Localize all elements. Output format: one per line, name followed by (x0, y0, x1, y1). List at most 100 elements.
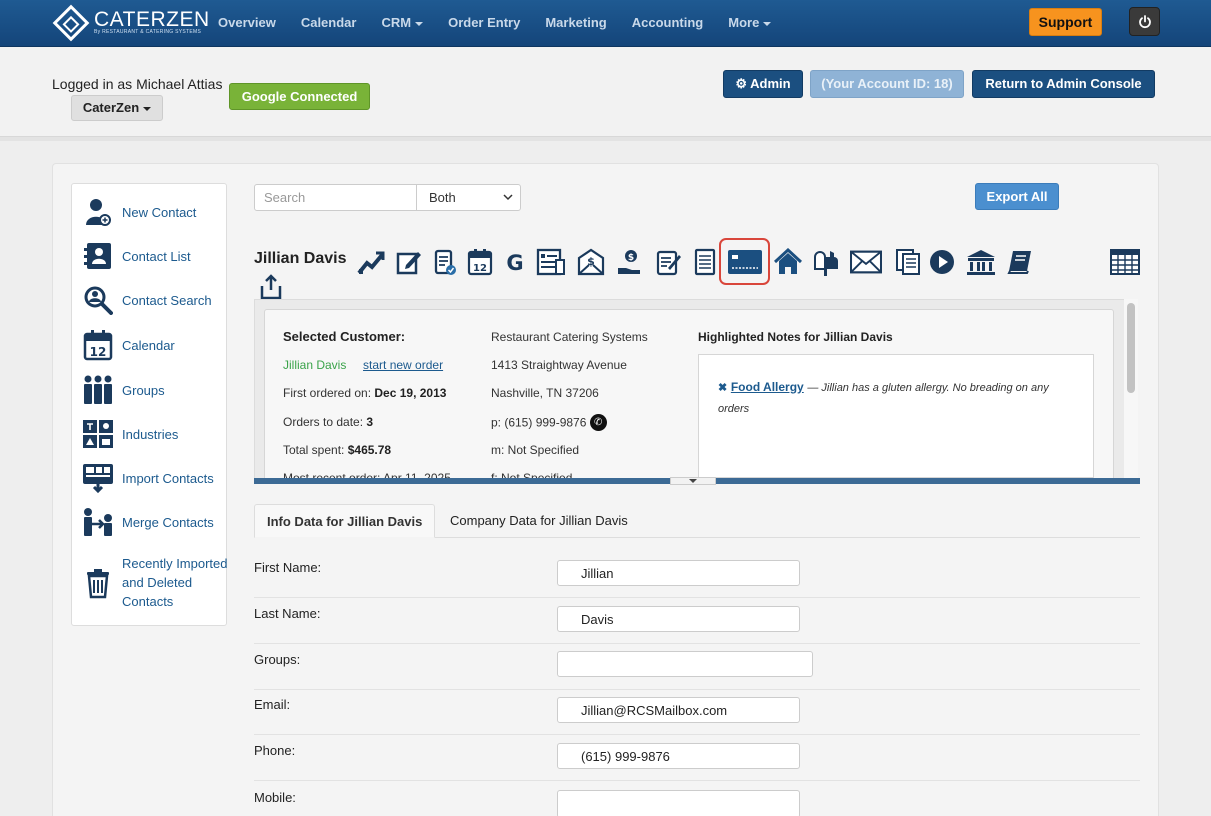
invoice-list-icon[interactable] (535, 246, 567, 278)
tab-company-data[interactable]: Company Data for Jillian Davis (438, 504, 640, 538)
play-icon[interactable] (926, 246, 958, 278)
caterzen-logo-mark (52, 4, 90, 42)
svg-text:$: $ (628, 253, 634, 263)
support-button[interactable]: Support (1029, 8, 1102, 36)
caterzen-logo[interactable]: CATERZEN By RESTAURANT & CATERING SYSTEM… (52, 4, 210, 42)
highlighted-notes-box: ✖ Food Allergy — Jillian has a gluten al… (698, 354, 1094, 478)
sign-document-icon[interactable] (653, 246, 685, 278)
panel-resize-handle[interactable] (670, 477, 716, 485)
chevron-down-icon (415, 21, 424, 26)
search-scope-select[interactable]: Both (416, 184, 521, 211)
customer-address-line2: Nashville, TN 37206 (491, 386, 599, 400)
sidebar-item-label: Contact Search (122, 292, 212, 308)
first-ordered-label: First ordered on: (283, 386, 372, 400)
email-field[interactable] (557, 697, 800, 723)
start-new-order-link[interactable]: start new order (363, 358, 443, 372)
mailbox-icon[interactable] (810, 246, 842, 278)
sidebar-item-new-contact[interactable]: New Contact (82, 196, 196, 228)
nav-calendar[interactable]: Calendar (301, 15, 357, 30)
customer-company: Restaurant Catering Systems (491, 330, 648, 344)
sidebar-item-label: Contact List (122, 248, 191, 264)
sidebar-item-industries[interactable]: Industries (82, 418, 178, 450)
sidebar-item-label: New Contact (122, 204, 197, 220)
search-input[interactable] (254, 184, 417, 211)
scroll-thumb[interactable] (1127, 303, 1135, 393)
form-row-phone: Phone: (254, 735, 1140, 781)
recent-order-row: Most recent order: Apr 11, 2025 (283, 471, 451, 478)
industries-icon (82, 418, 114, 450)
sidebar-item-groups[interactable]: Groups (82, 374, 165, 406)
envelope-icon[interactable] (850, 246, 882, 278)
google-icon[interactable]: G (499, 246, 531, 278)
mobile-field[interactable] (557, 790, 800, 816)
money-letter-icon[interactable]: $ (575, 246, 607, 278)
logged-in-text: Logged in as Michael Attias (52, 76, 223, 92)
sidebar-item-calendar[interactable]: 12 Calendar (82, 329, 175, 361)
sidebar-item-label: Industries (122, 426, 179, 442)
search-scope-value: Both (429, 190, 456, 205)
first-name-field[interactable] (557, 560, 800, 586)
nav-overview[interactable]: Overview (218, 15, 276, 30)
first-name-label: First Name: (254, 560, 322, 575)
nav-crm[interactable]: CRM (381, 15, 424, 30)
phone-label: Phone: (254, 743, 296, 758)
tab-info-data[interactable]: Info Data for Jillian Davis (254, 504, 436, 538)
sidebar-item-merge-contacts[interactable]: Merge Contacts (82, 506, 214, 538)
sidebar-item-label: Calendar (122, 337, 175, 353)
total-spent-label: Total spent: (283, 443, 345, 457)
crm-sidebar: New Contact Contact List Contact Search … (71, 183, 230, 626)
customer-mobile: m: Not Specified (491, 443, 580, 457)
spreadsheet-icon[interactable] (1109, 246, 1141, 278)
book-icon[interactable] (1004, 246, 1036, 278)
panel-scrollbar[interactable] (1124, 299, 1138, 481)
svg-text:G: G (506, 251, 523, 274)
phone-icon[interactable]: ✆ (589, 414, 607, 431)
checklist-icon[interactable] (429, 246, 461, 278)
chevron-down-icon (503, 194, 513, 201)
google-connected-button[interactable]: Google Connected (229, 83, 370, 110)
company-switcher[interactable]: CaterZen (71, 95, 163, 121)
groups-field[interactable] (557, 651, 813, 677)
customer-name-link[interactable]: Jillian Davis (283, 358, 346, 372)
sidebar-item-recently-deleted[interactable]: Recently Imported and Deleted Contacts (82, 554, 230, 611)
form-row-last-name: Last Name: (254, 598, 1140, 644)
edit-note-icon[interactable] (393, 246, 425, 278)
nav-accounting[interactable]: Accounting (632, 15, 704, 30)
bank-icon[interactable] (965, 246, 997, 278)
total-spent-value: $465.78 (347, 443, 392, 457)
sidebar-item-contact-list[interactable]: Contact List (82, 240, 191, 272)
last-name-label: Last Name: (254, 606, 321, 621)
nav-more-label: More (728, 15, 760, 30)
sidebar-item-label: Groups (122, 382, 165, 398)
copy-document-icon[interactable] (892, 246, 924, 278)
calendar-icon[interactable]: 12 (464, 246, 496, 278)
trash-icon (82, 567, 114, 599)
customer-address-line1: 1413 Straightway Avenue (491, 358, 627, 372)
payment-hand-icon[interactable]: $ (614, 246, 646, 278)
note-label-link[interactable]: Food Allergy (731, 380, 804, 394)
credit-card-button[interactable] (719, 238, 770, 285)
logout-button[interactable] (1129, 7, 1160, 36)
home-icon[interactable] (772, 246, 804, 278)
nav-order-entry[interactable]: Order Entry (448, 15, 520, 30)
account-id-button[interactable]: (Your Account ID: 18) (810, 70, 964, 98)
last-name-field[interactable] (557, 606, 800, 632)
nav-more[interactable]: More (728, 15, 772, 30)
phone-field[interactable] (557, 743, 800, 769)
document-icon[interactable] (689, 246, 721, 278)
customer-phone-row: p: (615) 999-9876 ✆ (491, 414, 607, 432)
form-row-email: Email: (254, 689, 1140, 735)
sidebar-item-label: Import Contacts (122, 470, 214, 486)
return-admin-console-button[interactable]: Return to Admin Console (972, 70, 1155, 98)
close-icon[interactable]: ✖ (718, 382, 727, 394)
customer-phone: p: (615) 999-9876 (491, 415, 587, 430)
admin-button[interactable]: ⚙ Admin (723, 70, 803, 98)
sidebar-item-import-contacts[interactable]: Import Contacts (82, 462, 214, 494)
contact-search-icon (82, 284, 114, 316)
sidebar-item-label: Recently Imported and Deleted Contacts (122, 556, 228, 609)
sidebar-item-contact-search[interactable]: Contact Search (82, 284, 212, 316)
nav-marketing[interactable]: Marketing (545, 15, 606, 30)
export-all-button[interactable]: Export All (975, 183, 1059, 210)
first-ordered-row: First ordered on: Dec 19, 2013 (283, 386, 446, 400)
sales-trend-icon[interactable] (355, 246, 387, 278)
